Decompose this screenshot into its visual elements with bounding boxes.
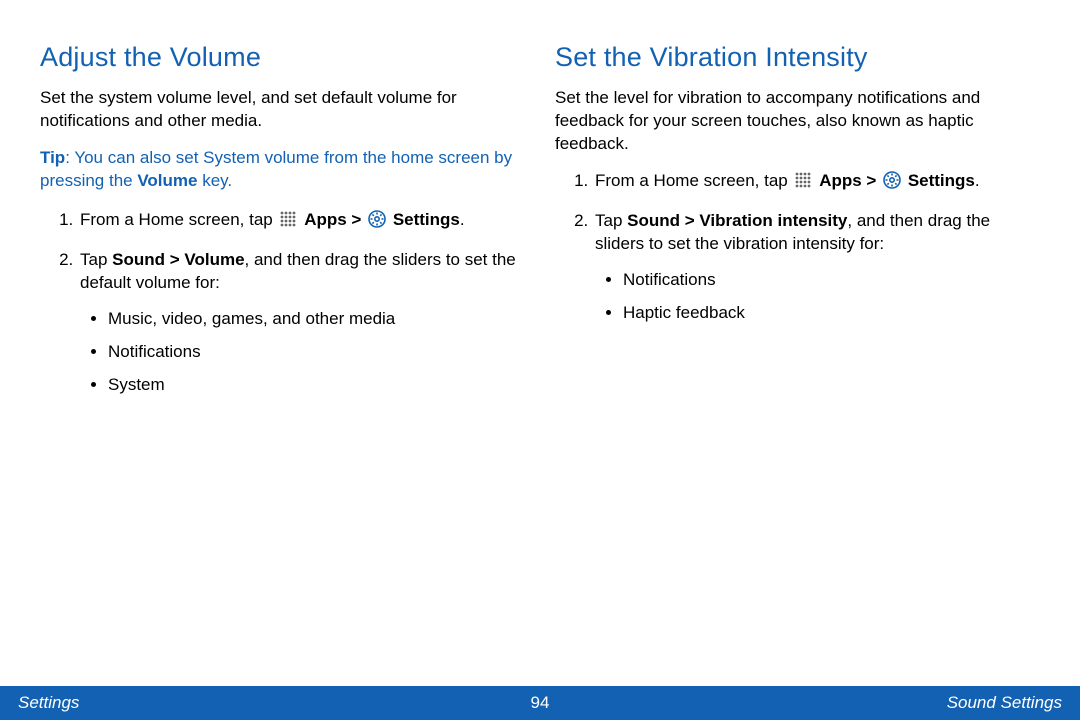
bullet-media: Music, video, games, and other media [108,305,525,332]
step1-after: . [975,171,980,190]
settings-gear-icon [368,210,386,235]
heading-vibration: Set the Vibration Intensity [555,42,1040,73]
steps-list: From a Home screen, tap Apps > Settings.… [555,170,1040,326]
bullet-notifications: Notifications [623,266,1040,293]
step1-text-before: From a Home screen, tap [80,210,277,229]
tip-body-1: : You can also set System volume from th… [40,148,512,190]
bullet-system: System [108,371,525,398]
bullet-notifications: Notifications [108,338,525,365]
tip-label: Tip [40,148,65,167]
step-2: Tap Sound > Volume, and then drag the sl… [78,249,525,398]
page-footer: Settings 94 Sound Settings [0,686,1080,720]
step2-before: Tap [80,250,112,269]
step1-apps: Apps > [819,171,881,190]
step-1: From a Home screen, tap Apps > Settings. [593,170,1040,196]
step1-after: . [460,210,465,229]
left-column: Adjust the Volume Set the system volume … [40,42,525,412]
steps-list: From a Home screen, tap Apps > Settings.… [40,209,525,398]
step1-text-before: From a Home screen, tap [595,171,792,190]
step2-before: Tap [595,211,627,230]
tip-text: Tip: You can also set System volume from… [40,147,525,193]
tip-body-2: key. [197,171,232,190]
footer-left: Settings [18,693,79,713]
apps-grid-icon [794,171,812,196]
step2-bold: Sound > Vibration intensity [627,211,847,230]
bullet-haptic: Haptic feedback [623,299,1040,326]
footer-right: Sound Settings [947,693,1062,713]
right-column: Set the Vibration Intensity Set the leve… [555,42,1040,412]
page-number: 94 [531,693,550,713]
document-page: Adjust the Volume Set the system volume … [0,0,1080,720]
volume-bullets: Music, video, games, and other media Not… [80,305,525,399]
content-columns: Adjust the Volume Set the system volume … [0,0,1080,412]
step1-settings: Settings [908,171,975,190]
tip-bold: Volume [137,171,197,190]
vibration-bullets: Notifications Haptic feedback [595,266,1040,326]
heading-adjust-volume: Adjust the Volume [40,42,525,73]
step1-settings: Settings [393,210,460,229]
step-2: Tap Sound > Vibration intensity, and the… [593,210,1040,326]
step-1: From a Home screen, tap Apps > Settings. [78,209,525,235]
settings-gear-icon [883,171,901,196]
apps-grid-icon [279,210,297,235]
intro-text: Set the system volume level, and set def… [40,87,525,133]
intro-text: Set the level for vibration to accompany… [555,87,1040,156]
step2-bold: Sound > Volume [112,250,244,269]
step1-apps: Apps > [304,210,366,229]
